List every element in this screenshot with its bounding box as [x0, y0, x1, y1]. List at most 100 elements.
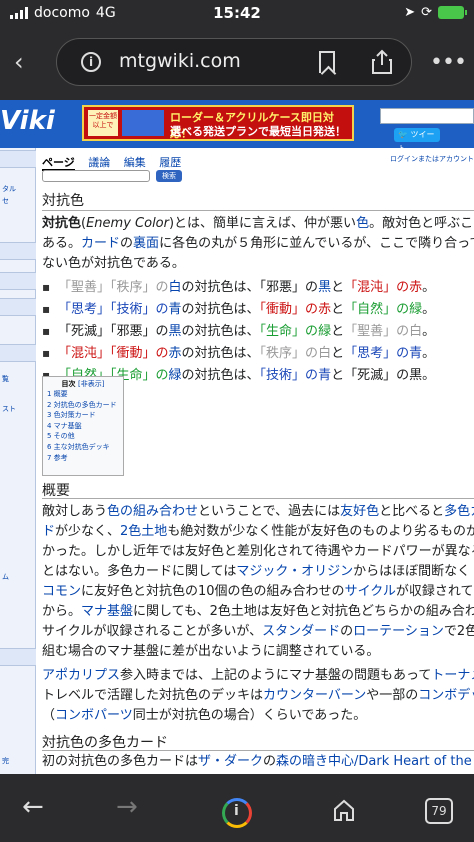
bookmark-icon[interactable] [319, 51, 335, 73]
link-card[interactable]: カード [81, 236, 120, 251]
tab-discussion[interactable]: 議論 [88, 156, 110, 169]
article-content: ページ 議論 編集 履歴 ログインまたはアカウント 検索 対抗色 対抗色(Ene… [36, 148, 474, 774]
sidebar-label[interactable]: 覧 [2, 374, 9, 384]
link-standard[interactable]: スタンダード [262, 624, 340, 639]
sidebar-block [0, 298, 36, 316]
login-link[interactable]: ログインまたはアカウント [390, 154, 474, 164]
overview-line-5: コモンに友好色と対抗色の10個の色の組み合わせのサイクルが収録されて [42, 582, 474, 602]
orientation-lock-icon: ⟳ [421, 5, 432, 20]
link-mana-base[interactable]: マナ基盤 [81, 604, 133, 619]
link-common[interactable]: コモン [42, 584, 81, 599]
link-color-combination[interactable]: 色の組み合わせ [107, 504, 198, 519]
bullet-text: と [331, 324, 345, 339]
sidebar-label[interactable]: タル [2, 184, 16, 194]
link-multicolor-card[interactable]: ド [42, 524, 55, 539]
sidebar-label[interactable]: 完 [2, 756, 9, 766]
intro-line-2: ある。カードの裏面に各色の丸が５角形に並んでいるが、ここで隣り合って [42, 234, 474, 254]
bullet-text: 。 [422, 346, 436, 361]
toc-item[interactable]: 7 参考 [47, 453, 123, 464]
intro-text: に各色の丸が５角形に並んでいるが、ここで隣り合って [159, 236, 474, 251]
link-blue[interactable]: 青 [409, 346, 422, 361]
bullet-text: と [331, 302, 345, 317]
link-dual-land[interactable]: 2色土地 [120, 524, 167, 539]
sidebar-block [0, 344, 36, 362]
link-green[interactable]: 緑 [409, 302, 422, 317]
text: が少なく、 [55, 524, 121, 539]
forward-arrow-icon[interactable]: → [116, 792, 138, 822]
link-black[interactable]: 黒 [169, 324, 182, 339]
toc-item[interactable]: 4 マナ基盤 [47, 421, 123, 432]
link-black[interactable]: 黒 [318, 280, 331, 295]
more-icon[interactable]: ••• [430, 50, 467, 75]
link-red[interactable]: 赤 [169, 346, 182, 361]
link-combo-parts[interactable]: コンボパーツ [55, 708, 133, 723]
link-apocalypse[interactable]: アポカリプス [42, 668, 120, 683]
info-icon[interactable]: i [81, 52, 101, 72]
toc-item[interactable]: 6 主な対抗色デッキ [47, 442, 123, 453]
link-white[interactable]: 白 [409, 324, 422, 339]
bullet-text: 。 [422, 324, 436, 339]
link-white[interactable]: 白 [318, 346, 331, 361]
link-dark-heart-of-the-wood[interactable]: 森の暗き中心/Dark Heart of the [276, 754, 472, 769]
link-cycle[interactable]: サイクル [345, 584, 396, 599]
toc-item[interactable]: 1 概要 [47, 389, 123, 400]
link-black[interactable]: 黒 [409, 368, 422, 383]
home-icon[interactable] [332, 798, 356, 822]
text: 初の対抗色の多色カードは [42, 754, 199, 769]
page-search-button[interactable]: 検索 [156, 170, 182, 182]
text: で2色の [443, 624, 474, 639]
link-blue[interactable]: 青 [169, 302, 182, 317]
intro-english-term: Enemy Color [86, 216, 169, 231]
toc-item[interactable]: 2 対抗色の多色カード [47, 400, 123, 411]
back-arrow-icon[interactable]: ← [22, 792, 44, 822]
intro-line-3: ない色が対抗色である。 [42, 256, 185, 271]
address-bar[interactable]: i mtgwiki.com [56, 38, 412, 86]
toc-item[interactable]: 3 色対策カード [47, 410, 123, 421]
link-tournament[interactable]: トーナメン [431, 668, 474, 683]
bullet-blue: 「思考」「技術」の青の対抗色は、「衝動」の赤と「自然」の緑。 [58, 300, 435, 320]
link-rotation[interactable]: ローテーション [353, 624, 444, 639]
share-icon[interactable] [371, 49, 393, 75]
link-color[interactable]: 色 [356, 216, 369, 231]
bullet-text: 。 [422, 302, 436, 317]
site-search-input[interactable] [380, 108, 474, 124]
bullet-text: の対抗色は、 [181, 302, 260, 317]
link-friendly-color[interactable]: 友好色 [340, 504, 379, 519]
back-chevron-icon[interactable]: ‹ [14, 48, 42, 76]
sidebar-label[interactable]: ム [2, 572, 9, 582]
tab-switcher-button[interactable]: 79 [425, 798, 453, 824]
link-green[interactable]: 緑 [318, 324, 331, 339]
tweet-button[interactable]: 🐦 ツイート [394, 128, 440, 153]
overview-line-11: （コンボパーツ同士が対抗色の場合）くらいであった。 [42, 706, 366, 726]
bullet-text: 「死滅」「邪悪」の [58, 324, 169, 339]
bullet-dot: ▪ [42, 302, 51, 316]
link-red[interactable]: 赤 [318, 302, 331, 317]
ad-banner[interactable]: 一定金額以上で ローダー＆アクリルケース即日対応！ 選べる発送プランで最短当日発… [82, 105, 354, 141]
sidebar-label[interactable]: スト [2, 404, 16, 414]
tab-page[interactable]: ページ [42, 156, 75, 171]
tab-edit[interactable]: 編集 [124, 156, 146, 169]
text: ということで、過去には [198, 504, 341, 519]
url-text[interactable]: mtgwiki.com [119, 50, 241, 72]
link-counter-burn[interactable]: カウンターバーン [263, 688, 366, 703]
tab-history[interactable]: 履歴 [159, 156, 181, 169]
toc-title-text: 目次 [61, 380, 76, 388]
link-green[interactable]: 緑 [169, 368, 182, 383]
bullet-text: 「邪悪」の [259, 280, 319, 295]
link-blue[interactable]: 青 [318, 368, 331, 383]
link-card-back[interactable]: 裏面 [133, 236, 159, 251]
site-logo[interactable]: Viki [0, 106, 55, 136]
google-assistant-icon[interactable] [222, 798, 252, 828]
link-multicolor-card[interactable]: 多色カー [444, 504, 474, 519]
bullet-dot: ▪ [42, 280, 51, 294]
link-the-dark[interactable]: ザ・ダーク [198, 754, 263, 769]
sidebar-label[interactable]: セ [2, 196, 9, 206]
page-search-input[interactable] [42, 170, 150, 182]
overview-line-9: アポカリプス参入時までは、上記のようにマナ基盤の問題もあってトーナメン [42, 666, 474, 686]
link-magic-origins[interactable]: マジック・オリジン [236, 564, 353, 579]
link-red[interactable]: 赤 [409, 280, 422, 295]
link-white[interactable]: 白 [169, 280, 182, 295]
link-combo-deck[interactable]: コンボデッ [418, 688, 474, 703]
toc-item[interactable]: 5 その他 [47, 431, 123, 442]
toc-hide-link[interactable]: [非表示] [78, 380, 104, 388]
